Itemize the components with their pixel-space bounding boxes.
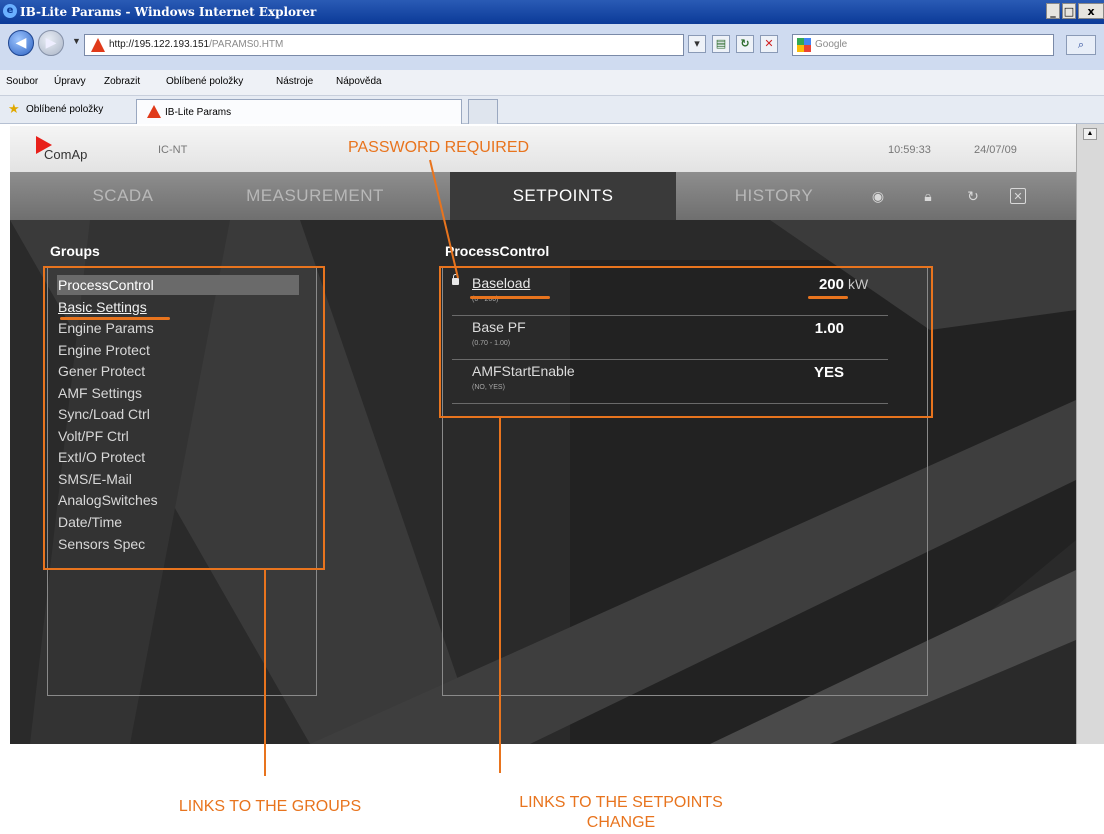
annotation-links-groups: LINKS TO THE GROUPS	[178, 798, 362, 815]
annotation-links-setpoints-2: CHANGE	[586, 814, 656, 831]
annotation-underline-basic-settings	[60, 317, 170, 320]
annotation-line-setpoints	[499, 418, 501, 773]
annotation-setpoints-box	[439, 266, 933, 418]
annotation-underline-value	[808, 296, 848, 299]
annotation-links-setpoints-1: LINKS TO THE SETPOINTS	[519, 794, 723, 811]
annotation-line-groups	[264, 570, 266, 776]
annotation-groups-box	[43, 266, 325, 570]
annotation-underline-baseload	[470, 296, 550, 299]
